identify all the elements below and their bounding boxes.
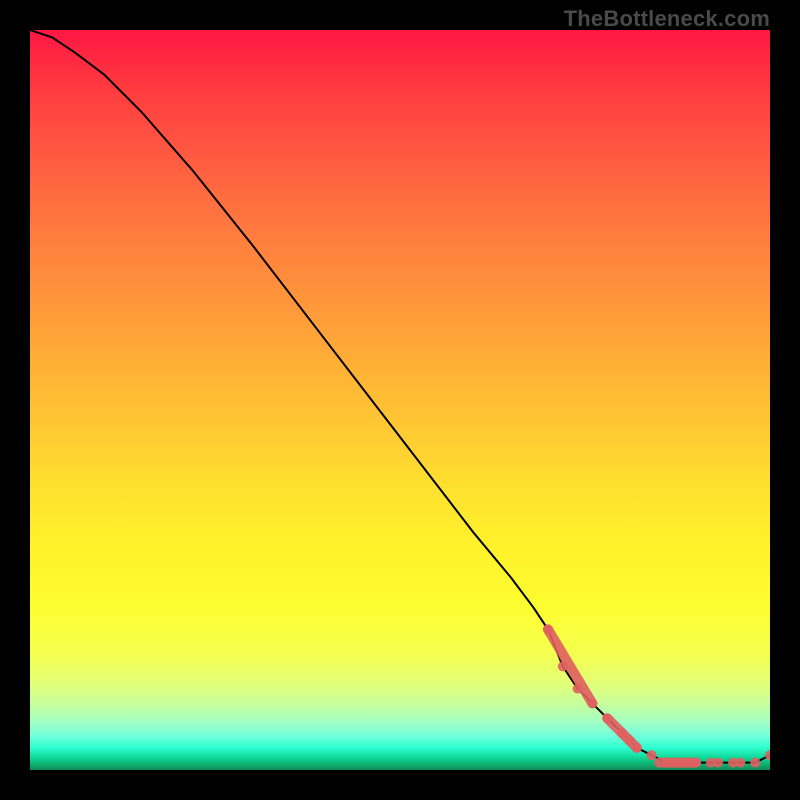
chart-frame: TheBottleneck.com [0, 0, 800, 800]
plot-area [30, 30, 770, 770]
watermark-text: TheBottleneck.com [564, 6, 770, 32]
dense-segments [548, 629, 696, 762]
markers [543, 624, 770, 767]
chart-svg [30, 30, 770, 770]
curve-path [30, 30, 770, 763]
